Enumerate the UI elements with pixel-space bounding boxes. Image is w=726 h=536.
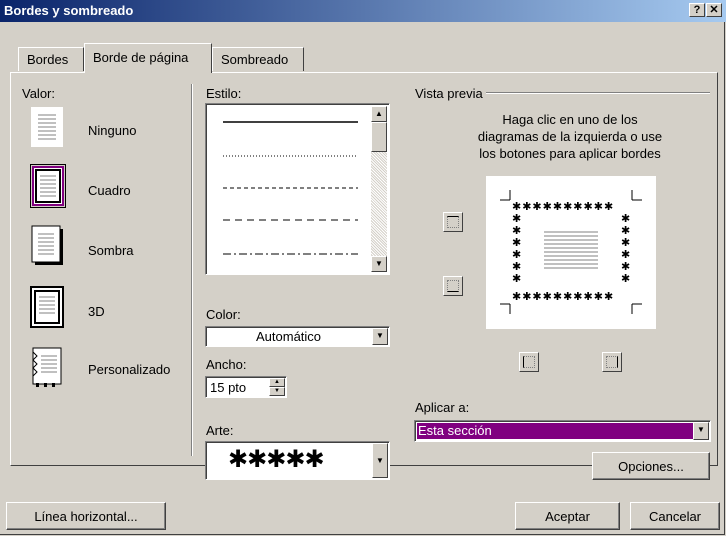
svg-text:✱: ✱ xyxy=(621,272,630,285)
valor-label: Valor: xyxy=(22,86,55,101)
linea-horizontal-button[interactable]: Línea horizontal... xyxy=(6,502,166,530)
svg-text:✱✱✱✱✱✱✱✱✱✱: ✱✱✱✱✱✱✱✱✱✱ xyxy=(512,290,614,303)
ancho-value: 15 pto xyxy=(210,380,247,395)
aceptar-button[interactable]: Aceptar xyxy=(515,502,620,530)
spin-down-icon[interactable]: ▼ xyxy=(269,387,285,396)
tab-label: Sombreado xyxy=(221,52,289,67)
preview-instructions-3: los botones para aplicar bordes xyxy=(479,146,661,161)
setting-3d-icon[interactable] xyxy=(30,286,64,328)
close-button[interactable]: ✕ xyxy=(706,3,722,17)
chevron-down-icon[interactable]: ▼ xyxy=(372,443,388,478)
setting-personalizado-icon[interactable] xyxy=(30,346,64,388)
ancho-label: Ancho: xyxy=(206,357,247,372)
setting-cuadro-icon[interactable] xyxy=(30,164,66,208)
title-bar: Bordes y sombreado ? ✕ xyxy=(0,0,726,22)
arte-dropdown[interactable]: ✱✱✱✱✱ ▼ xyxy=(205,441,390,480)
opciones-button[interactable]: Opciones... xyxy=(592,452,710,480)
separator xyxy=(191,84,193,456)
tab-label: Borde de página xyxy=(93,50,189,65)
aplicar-label: Aplicar a: xyxy=(415,400,470,415)
tab-bordes[interactable]: Bordes xyxy=(18,47,84,71)
bottom-border-button[interactable] xyxy=(443,276,463,296)
svg-text:✱✱✱✱✱✱✱✱✱✱: ✱✱✱✱✱✱✱✱✱✱ xyxy=(512,200,614,213)
page-preview-graphic: ✱✱✱✱✱✱✱✱✱✱ ✱✱✱✱✱✱✱✱✱✱ ✱✱✱✱✱✱ ✱✱✱✱✱✱ xyxy=(500,190,642,314)
preview-area[interactable]: ✱✱✱✱✱✱✱✱✱✱ ✱✱✱✱✱✱✱✱✱✱ ✱ ✱ ✱ ✱ ✱ ✱ ✱ ✱ ✱ ✱ ✱ ✱ xyxy=(486,176,656,329)
right-border-button[interactable] xyxy=(602,352,622,372)
opciones-label: Opciones... xyxy=(618,459,684,474)
aceptar-label: Aceptar xyxy=(545,509,590,524)
estilo-listbox[interactable]: ▲ ▼ xyxy=(205,103,390,275)
top-border-button[interactable] xyxy=(443,212,463,232)
scrollbar[interactable]: ▲ ▼ xyxy=(371,106,387,272)
tab-borde-de-pagina[interactable]: Borde de página xyxy=(84,43,212,73)
aplicar-dropdown[interactable]: Esta sección ▼ xyxy=(414,420,711,442)
preview-instructions-2: diagramas de la izquierda o use xyxy=(477,129,663,144)
tab-sombreado[interactable]: Sombreado xyxy=(212,47,304,71)
right-border-icon xyxy=(606,356,618,368)
help-button[interactable]: ? xyxy=(689,3,705,17)
color-value: Automático xyxy=(256,329,322,344)
setting-ninguno-icon[interactable] xyxy=(30,106,64,148)
arte-label: Arte: xyxy=(206,423,234,438)
preview-label: Vista previa xyxy=(415,86,483,101)
svg-text:✱: ✱ xyxy=(512,272,521,285)
aplicar-value: Esta sección xyxy=(417,423,693,439)
scroll-thumb[interactable] xyxy=(371,122,387,152)
cancelar-button[interactable]: Cancelar xyxy=(630,502,720,530)
chevron-down-icon[interactable]: ▼ xyxy=(693,422,709,440)
preview-instructions-1: Haga clic en uno de los xyxy=(502,112,638,127)
linea-horizontal-label: Línea horizontal... xyxy=(34,509,138,524)
line-style-list[interactable] xyxy=(208,106,374,274)
preview-group-line xyxy=(486,92,710,94)
scroll-up-button[interactable]: ▲ xyxy=(371,106,387,122)
spin-up-icon[interactable]: ▲ xyxy=(269,378,285,387)
cancelar-label: Cancelar xyxy=(648,509,702,524)
setting-sombra-label[interactable]: Sombra xyxy=(88,243,134,258)
color-dropdown[interactable]: Automático ▼ xyxy=(205,326,390,347)
color-label: Color: xyxy=(206,307,241,322)
setting-3d-label[interactable]: 3D xyxy=(88,304,105,319)
scroll-down-button[interactable]: ▼ xyxy=(371,256,387,272)
top-border-icon xyxy=(447,216,459,228)
setting-sombra-icon[interactable] xyxy=(30,224,64,266)
arte-value: ✱✱✱✱✱ xyxy=(228,445,325,473)
ancho-spinner[interactable]: 15 pto ▲ ▼ xyxy=(205,376,287,398)
estilo-label: Estilo: xyxy=(206,86,242,101)
left-border-button[interactable] xyxy=(519,352,539,372)
tab-label: Bordes xyxy=(27,52,69,67)
left-border-icon xyxy=(523,356,535,368)
setting-ninguno-label[interactable]: Ninguno xyxy=(88,123,136,138)
chevron-down-icon[interactable]: ▼ xyxy=(372,328,388,345)
bottom-border-icon xyxy=(447,280,459,292)
setting-personalizado-label[interactable]: Personalizado xyxy=(88,362,170,377)
window-title: Bordes y sombreado xyxy=(4,3,134,18)
setting-cuadro-label[interactable]: Cuadro xyxy=(88,183,131,198)
